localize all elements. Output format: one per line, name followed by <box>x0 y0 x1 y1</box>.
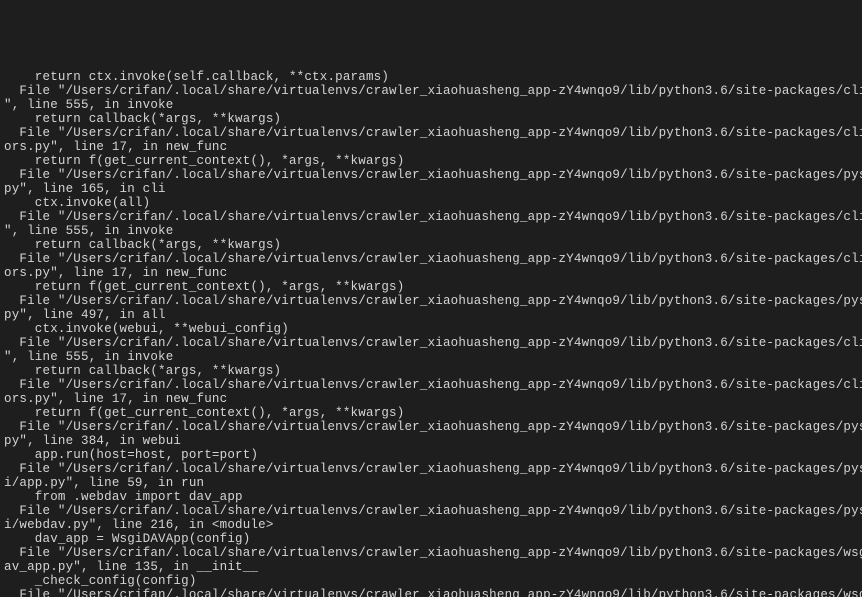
terminal-line: File "/Users/crifan/.local/share/virtual… <box>4 378 858 392</box>
terminal-line: File "/Users/crifan/.local/share/virtual… <box>4 252 858 266</box>
terminal-line: from .webdav import dav_app <box>4 490 858 504</box>
terminal-line: ors.py", line 17, in new_func <box>4 266 858 280</box>
terminal-line: i/app.py", line 59, in run <box>4 476 858 490</box>
terminal-line: app.run(host=host, port=port) <box>4 448 858 462</box>
terminal-line: File "/Users/crifan/.local/share/virtual… <box>4 126 858 140</box>
terminal-line: _check_config(config) <box>4 574 858 588</box>
terminal-line: av_app.py", line 135, in __init__ <box>4 560 858 574</box>
terminal-line: return f(get_current_context(), *args, *… <box>4 280 858 294</box>
terminal-line: File "/Users/crifan/.local/share/virtual… <box>4 294 858 308</box>
terminal-line: return callback(*args, **kwargs) <box>4 364 858 378</box>
terminal-line: ", line 555, in invoke <box>4 98 858 112</box>
terminal-line: File "/Users/crifan/.local/share/virtual… <box>4 504 858 518</box>
terminal-line: return ctx.invoke(self.callback, **ctx.p… <box>4 70 858 84</box>
terminal-line: dav_app = WsgiDAVApp(config) <box>4 532 858 546</box>
terminal-line: File "/Users/crifan/.local/share/virtual… <box>4 336 858 350</box>
terminal-line: ors.py", line 17, in new_func <box>4 140 858 154</box>
terminal-output[interactable]: return ctx.invoke(self.callback, **ctx.p… <box>0 70 862 597</box>
terminal-line: return callback(*args, **kwargs) <box>4 238 858 252</box>
terminal-line: i/webdav.py", line 216, in <module> <box>4 518 858 532</box>
terminal-line: File "/Users/crifan/.local/share/virtual… <box>4 84 858 98</box>
terminal-line: py", line 165, in cli <box>4 182 858 196</box>
terminal-line: ctx.invoke(all) <box>4 196 858 210</box>
terminal-line: File "/Users/crifan/.local/share/virtual… <box>4 420 858 434</box>
terminal-line: File "/Users/crifan/.local/share/virtual… <box>4 210 858 224</box>
terminal-line: ctx.invoke(webui, **webui_config) <box>4 322 858 336</box>
terminal-line: ors.py", line 17, in new_func <box>4 392 858 406</box>
terminal-line: return f(get_current_context(), *args, *… <box>4 154 858 168</box>
terminal-line: File "/Users/crifan/.local/share/virtual… <box>4 168 858 182</box>
terminal-line: ", line 555, in invoke <box>4 224 858 238</box>
terminal-line: py", line 497, in all <box>4 308 858 322</box>
terminal-line: return f(get_current_context(), *args, *… <box>4 406 858 420</box>
terminal-line: py", line 384, in webui <box>4 434 858 448</box>
terminal-line: ", line 555, in invoke <box>4 350 858 364</box>
terminal-line: File "/Users/crifan/.local/share/virtual… <box>4 462 858 476</box>
terminal-line: File "/Users/crifan/.local/share/virtual… <box>4 588 858 597</box>
terminal-line: File "/Users/crifan/.local/share/virtual… <box>4 546 858 560</box>
terminal-line: return callback(*args, **kwargs) <box>4 112 858 126</box>
